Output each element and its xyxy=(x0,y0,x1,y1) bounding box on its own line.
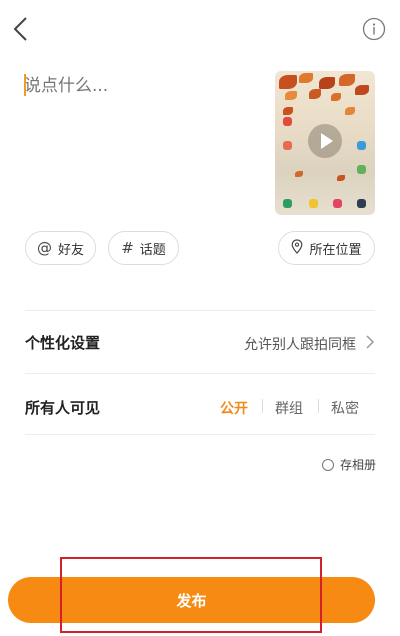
visibility-option-public[interactable]: 公开 xyxy=(220,398,248,418)
leaf-decoration xyxy=(279,75,297,89)
leaf-decoration xyxy=(337,175,345,181)
publish-label: 发布 xyxy=(176,591,207,610)
publish-button[interactable]: 发布 xyxy=(8,577,375,623)
at-icon: @ xyxy=(36,238,52,257)
info-circle-icon xyxy=(362,17,386,41)
leaf-decoration xyxy=(309,89,321,99)
save-to-album-label: 存相册 xyxy=(339,458,376,472)
back-arrow-icon xyxy=(13,17,27,41)
topic-label: 话题 xyxy=(139,242,166,258)
back-button[interactable] xyxy=(8,14,34,44)
personalization-label: 个性化设置 xyxy=(25,334,101,352)
leaf-decoration xyxy=(283,107,293,115)
topic-chip[interactable]: # 话题 xyxy=(108,231,179,265)
divider xyxy=(262,399,263,413)
mention-friends-chip[interactable]: @ 好友 xyxy=(25,231,96,265)
info-button[interactable] xyxy=(362,17,386,41)
radio-icon xyxy=(321,458,334,471)
caption-input[interactable] xyxy=(24,72,254,100)
location-pin-icon xyxy=(291,239,303,257)
divider xyxy=(25,434,375,435)
leaf-decoration xyxy=(339,74,355,86)
app-icon xyxy=(283,199,292,208)
visibility-option-group[interactable]: 群组 xyxy=(275,398,303,418)
app-icon xyxy=(357,199,366,208)
divider xyxy=(25,373,375,374)
play-icon[interactable] xyxy=(308,124,342,158)
app-icon xyxy=(309,199,318,208)
visibility-option-private[interactable]: 私密 xyxy=(331,398,359,418)
leaf-decoration xyxy=(331,93,341,101)
mention-friends-label: 好友 xyxy=(57,242,84,258)
visibility-label: 所有人可见 xyxy=(25,399,101,417)
save-to-album-toggle[interactable]: 存相册 xyxy=(321,456,376,473)
app-icon xyxy=(357,165,366,174)
chevron-right-icon[interactable] xyxy=(364,333,376,351)
location-chip[interactable]: 所在位置 xyxy=(278,231,375,265)
personalization-value[interactable]: 允许别人跟拍同框 xyxy=(244,334,356,354)
leaf-decoration xyxy=(295,171,303,177)
hashtag-icon: # xyxy=(121,238,134,257)
app-icon xyxy=(333,199,342,208)
divider xyxy=(318,399,319,413)
leaf-decoration xyxy=(355,85,369,95)
video-thumbnail[interactable] xyxy=(275,71,375,215)
app-icon xyxy=(283,141,292,150)
app-icon xyxy=(357,141,366,150)
leaf-decoration xyxy=(299,73,313,83)
app-icon xyxy=(283,117,292,126)
leaf-decoration xyxy=(285,91,297,100)
divider xyxy=(25,310,375,311)
text-cursor xyxy=(24,74,26,96)
leaf-decoration xyxy=(345,107,355,115)
location-label: 所在位置 xyxy=(309,242,362,258)
leaf-decoration xyxy=(319,77,335,89)
